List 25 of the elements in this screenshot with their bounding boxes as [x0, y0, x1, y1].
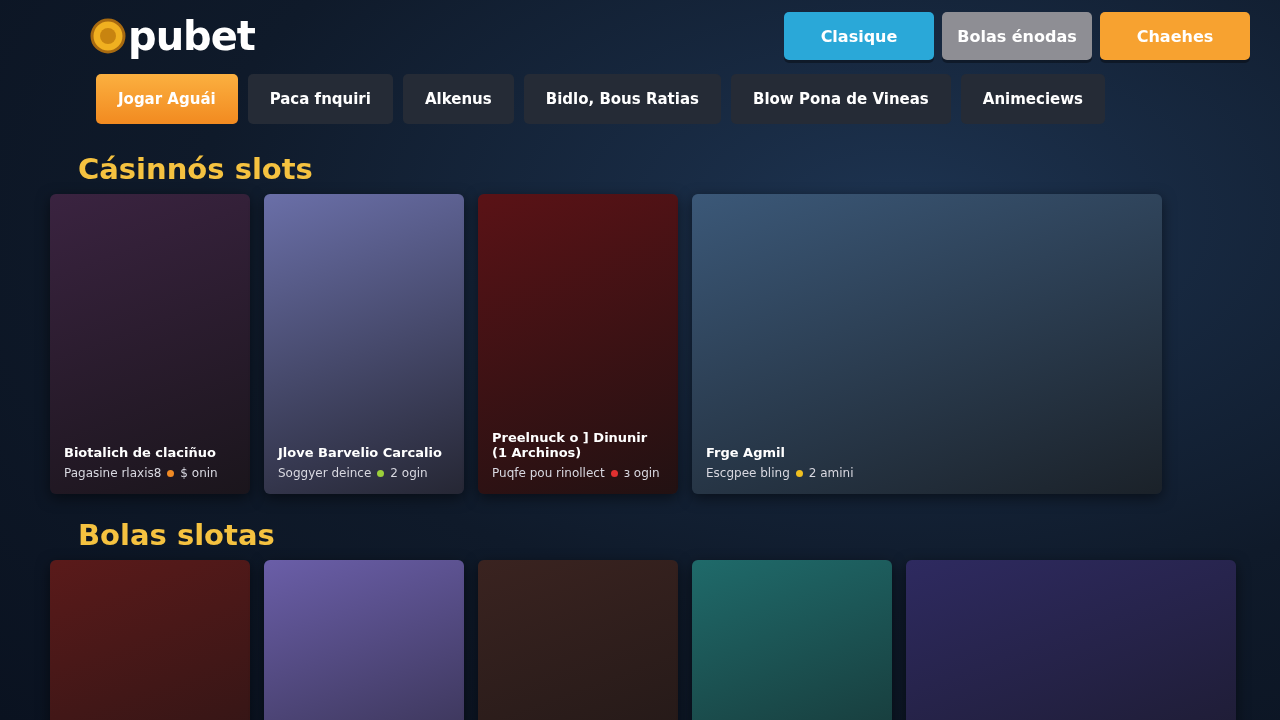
game-card[interactable]: Jlove Barvelio Carcalio Soggyer deince 2 ogin: [264, 194, 464, 494]
game-count: 2 ogin: [390, 466, 428, 480]
game-name: Biotalich de claciñuo: [64, 445, 217, 460]
nav-tab[interactable]: Paca fnquiri: [247, 74, 393, 124]
nav-tab[interactable]: Bidlo, Bous Ratias: [523, 74, 721, 124]
game-count: 2 amini: [808, 466, 854, 480]
section-title: Bolas slotas: [78, 518, 276, 552]
coin-icon: [90, 16, 126, 56]
game-meta: Puqfe pou rinollect: [492, 466, 605, 480]
game-meta: Pagasine rlaxis8: [64, 466, 162, 480]
game-count: $ onin: [180, 466, 218, 480]
section-title: Cásinnós slots: [78, 152, 314, 186]
game-name: Frge Agmil: [706, 445, 786, 460]
game-card[interactable]: Preelnuck o ] Dinunir (1 Archinos) Puqfe pou rinollect з ogin: [478, 194, 678, 494]
game-name: Jlove Barvelio Carcalio: [278, 445, 443, 460]
game-meta: Escgpee bling: [706, 466, 790, 480]
nav-tab[interactable]: Animeciews: [960, 74, 1106, 124]
game-name: Preelnuck o ] Dinunir (1 Archinos): [492, 430, 649, 460]
nav-tab[interactable]: Blow Pona de Vineas: [731, 74, 951, 124]
game-meta: Soggyer deince: [278, 466, 372, 480]
game-count: з ogin: [623, 466, 660, 480]
game-card[interactable]: Frge Agmil Escgpee bling 2 amini: [692, 194, 1162, 494]
logo-text: pubet: [128, 13, 255, 59]
nav-tab[interactable]: Alkenus: [402, 74, 514, 124]
game-card[interactable]: Biotalich de claciñuo Pagasine rlaxis8 $ onin: [50, 194, 250, 494]
